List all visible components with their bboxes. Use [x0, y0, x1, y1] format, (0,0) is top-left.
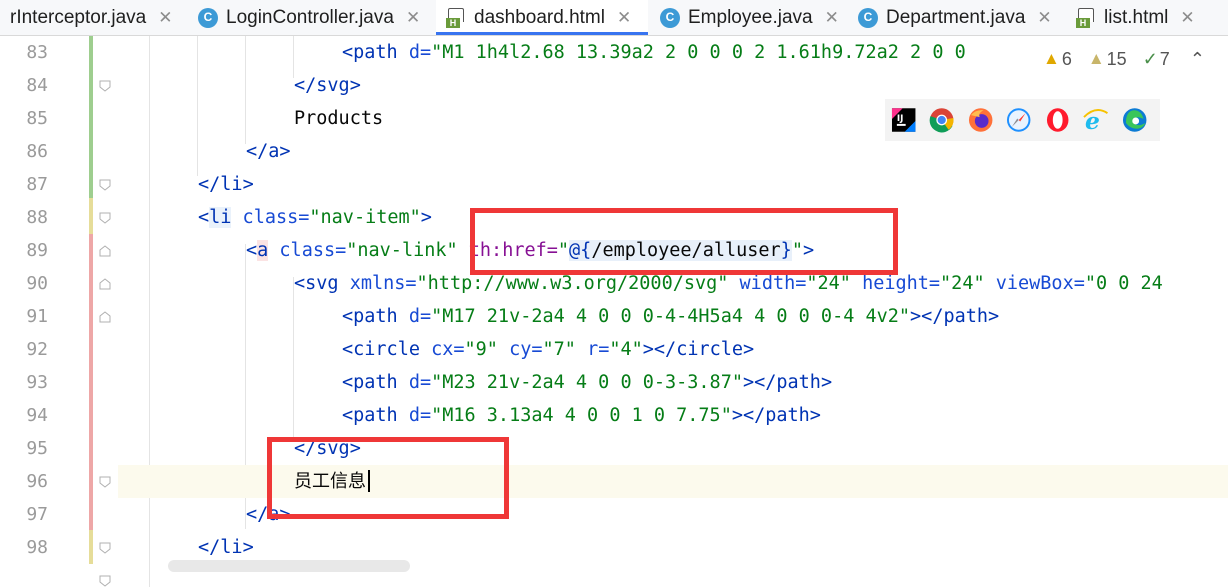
java-class-icon: C [858, 7, 878, 28]
firefox-icon[interactable] [968, 107, 993, 133]
warning-count: 6 [1061, 48, 1072, 69]
fold-start-icon[interactable] [99, 311, 111, 323]
java-class-icon: C [198, 7, 218, 28]
code-line[interactable]: <circle cx="9" cy="7" r="4"></circle> [118, 333, 1228, 366]
line-number: 97 [26, 504, 48, 525]
svg-text:IJ: IJ [897, 114, 904, 124]
line-number: 84 [26, 75, 48, 96]
browser-preview-toolbar: IJ e [885, 99, 1160, 141]
line-number: 88 [26, 207, 48, 228]
fold-end-icon[interactable] [99, 179, 111, 191]
tab-label: Employee.java [688, 6, 813, 28]
tab-label: LoginController.java [226, 6, 394, 28]
warning-icon: ▲ [1043, 49, 1060, 68]
close-icon[interactable]: ✕ [825, 8, 839, 28]
tab-label: dashboard.html [474, 6, 605, 28]
line-number: 98 [26, 537, 48, 558]
fold-end-icon[interactable] [99, 476, 111, 488]
html-file-icon: H [446, 7, 466, 28]
line-number: 93 [26, 372, 48, 393]
code-line[interactable]: <path d="M23 21v-2a4 4 0 0 0-3-3.87"></p… [118, 366, 1228, 399]
horizontal-scrollbar[interactable] [168, 560, 410, 572]
tab-label: rInterceptor.java [10, 6, 147, 28]
close-icon[interactable]: ✕ [1180, 8, 1194, 28]
close-icon[interactable]: ✕ [406, 8, 420, 28]
code-line[interactable]: <path d="M17 21v-2a4 4 0 0 0-4-4H5a4 4 0… [118, 300, 1228, 333]
line-number: 85 [26, 108, 48, 129]
code-line[interactable]: <path d="M16 3.13a4 4 0 0 1 0 7.75"></pa… [118, 399, 1228, 432]
intellij-browser-icon[interactable]: IJ [891, 107, 916, 133]
html-file-icon: H [1076, 7, 1096, 28]
fold-end-icon[interactable] [99, 575, 111, 587]
java-class-icon: C [660, 7, 680, 28]
chrome-icon[interactable] [929, 107, 954, 133]
editor-gutter: 83 84 85 86 87 88 89 90 91 92 93 94 95 9… [0, 36, 118, 587]
tab-label: Department.java [886, 6, 1026, 28]
editor-tab-bar: rInterceptor.java ✕ C LoginController.ja… [0, 0, 1228, 36]
close-icon[interactable]: ✕ [158, 8, 172, 28]
code-line[interactable]: </li> [118, 168, 1228, 201]
line-number: 95 [26, 438, 48, 459]
vcs-changed-marker[interactable] [89, 234, 93, 530]
line-number: 86 [26, 141, 48, 162]
fold-start-icon[interactable] [99, 245, 111, 257]
typo-check-icon: ✓ [1142, 48, 1158, 69]
internet-explorer-icon[interactable]: e [1083, 107, 1109, 133]
tab-interceptor[interactable]: rInterceptor.java ✕ [0, 0, 173, 35]
vcs-modified-marker[interactable] [89, 198, 93, 234]
tab-login-controller[interactable]: C LoginController.java ✕ [188, 0, 420, 35]
fold-end-icon[interactable] [99, 542, 111, 554]
line-number: 89 [26, 240, 48, 261]
vcs-modified-marker[interactable] [89, 530, 93, 564]
line-number: 94 [26, 405, 48, 426]
line-number: 87 [26, 174, 48, 195]
close-icon[interactable]: ✕ [1037, 8, 1051, 28]
line-number: 90 [26, 273, 48, 294]
close-icon[interactable]: ✕ [617, 8, 631, 28]
opera-icon[interactable] [1045, 107, 1070, 133]
weak-warning-icon: ▲ [1087, 49, 1105, 68]
tab-list[interactable]: H list.html ✕ [1066, 0, 1195, 35]
tab-department[interactable]: C Department.java ✕ [848, 0, 1052, 35]
line-number: 83 [26, 42, 48, 63]
inspection-widget[interactable]: ▲ 6 ▲ 15 ✓ 7 ⌃ ⌄ [1025, 42, 1228, 76]
fold-start-icon[interactable] [99, 278, 111, 290]
safari-icon[interactable] [1006, 107, 1031, 133]
typo-count: 7 [1159, 48, 1170, 69]
line-number: 92 [26, 339, 48, 360]
annotation-highlight-box [267, 437, 509, 519]
tab-employee[interactable]: C Employee.java ✕ [650, 0, 839, 35]
line-number: 91 [26, 306, 48, 327]
line-number: 96 [26, 471, 48, 492]
edge-icon[interactable] [1122, 107, 1147, 133]
weak-warning-count: 15 [1106, 48, 1127, 69]
vcs-added-marker[interactable] [89, 36, 93, 198]
annotation-highlight-box [470, 208, 898, 275]
tab-dashboard[interactable]: H dashboard.html ✕ [436, 0, 648, 35]
fold-end-icon[interactable] [99, 80, 111, 92]
tab-label: list.html [1104, 6, 1169, 28]
fold-end-icon[interactable] [99, 212, 111, 224]
previous-highlight-icon[interactable]: ⌃ [1190, 49, 1205, 70]
